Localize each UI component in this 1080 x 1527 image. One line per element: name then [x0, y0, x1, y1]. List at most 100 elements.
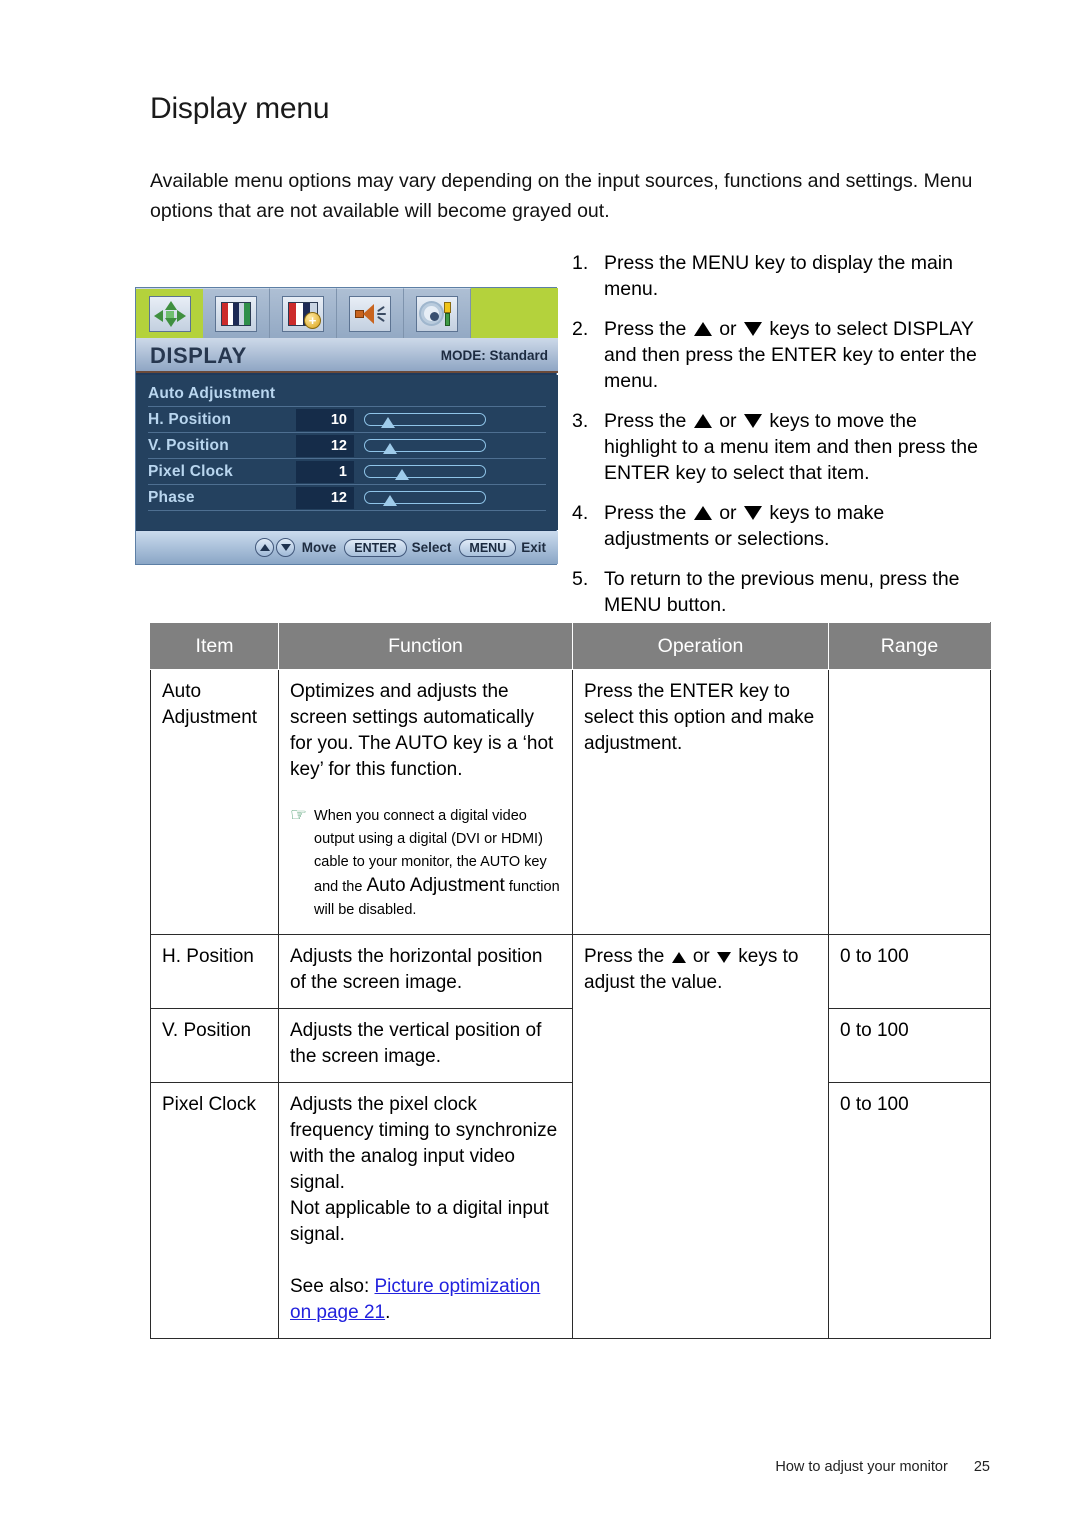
note-text: When you connect a digital video output …	[314, 805, 561, 922]
cell-function: Adjusts the vertical position of the scr…	[278, 1008, 573, 1083]
osd-slider-knob[interactable]	[383, 443, 397, 454]
triangle-up-icon	[693, 414, 712, 428]
arrows-icon	[153, 300, 187, 328]
enter-button[interactable]: ENTER	[344, 538, 407, 557]
osd-slider[interactable]	[364, 413, 486, 428]
step-text-pre: Press the	[604, 502, 692, 524]
step-text: Press the or keys to make adjustments or…	[604, 500, 992, 552]
step-4: 4. Press the or keys to make adjustments…	[572, 500, 992, 552]
osd-tab-system[interactable]	[404, 288, 471, 338]
osd-item-value: 12	[296, 486, 354, 509]
osd-item-label: Auto Adjustment	[148, 384, 276, 402]
up-arrow-button-icon[interactable]	[254, 538, 274, 557]
menu-button[interactable]: MENU	[459, 538, 517, 557]
color-bars-icon	[221, 301, 251, 326]
triangle-down-icon	[743, 414, 762, 428]
osd-tab-picture[interactable]	[203, 288, 270, 338]
cell-operation: Press the ENTER key to select this optio…	[572, 669, 829, 935]
step-5: 5. To return to the previous menu, press…	[572, 566, 992, 618]
function-line-1: Adjusts the pixel clock frequency timing…	[290, 1094, 558, 1193]
cell-item: Pixel Clock	[150, 1082, 279, 1339]
osd-tab-strip: +	[136, 288, 558, 338]
color-bars-plus-icon: +	[288, 301, 321, 329]
osd-item-auto-adjustment[interactable]: Auto Adjustment	[148, 381, 546, 407]
cell-function: Adjusts the horizontal position of the s…	[278, 934, 573, 1009]
cell-range: 0 to 100	[828, 1082, 991, 1339]
osd-item-h-position[interactable]: H. Position 10	[148, 407, 546, 433]
column-header-range: Range	[828, 622, 991, 670]
osd-item-label: H. Position	[148, 410, 232, 428]
spec-table: Item Function Operation Range Auto Adjus…	[150, 622, 991, 1339]
step-number: 5.	[572, 568, 589, 590]
osd-slider[interactable]	[364, 491, 486, 506]
osd-title-bar: DISPLAY MODE: Standard	[136, 338, 558, 373]
osd-item-value: 10	[296, 408, 354, 431]
down-arrow-button-icon[interactable]	[275, 538, 295, 557]
osd-slider-knob[interactable]	[395, 469, 409, 480]
osd-item-value: 12	[296, 434, 354, 457]
page-footer: How to adjust your monitor 25	[775, 1459, 990, 1475]
step-text-pre: Press the	[604, 410, 692, 432]
document-page: Display menu Available menu options may …	[0, 0, 1080, 1527]
cell-function: Optimizes and adjusts the screen setting…	[278, 669, 573, 935]
note-emphasis: Auto Adjustment	[366, 875, 505, 896]
picture-tab-frame	[215, 295, 257, 332]
osd-select-label: Select	[411, 540, 452, 555]
osd-slider[interactable]	[364, 439, 486, 454]
pointing-hand-icon: ☞	[290, 805, 308, 826]
see-also-block: See also: Picture optimization on page 2…	[290, 1274, 561, 1326]
cell-range: 0 to 100	[828, 934, 991, 1009]
step-text: Press the or keys to move the highlight …	[604, 408, 992, 486]
osd-mode-label: MODE: Standard	[440, 348, 548, 363]
cell-item: H. Position	[150, 934, 279, 1009]
osd-tab-audio[interactable]	[337, 288, 404, 338]
step-number: 4.	[572, 502, 589, 524]
osd-tab-picture-advanced[interactable]: +	[270, 288, 337, 338]
table-row: V. Position Adjusts the vertical positio…	[150, 1008, 991, 1083]
triangle-down-icon	[717, 952, 731, 963]
table-header-row: Item Function Operation Range	[150, 622, 991, 670]
cell-range	[828, 669, 991, 935]
step-text-pre: Press the	[604, 318, 692, 340]
triangle-up-icon	[693, 506, 712, 520]
step-text: To return to the previous menu, press th…	[604, 568, 960, 616]
osd-item-label: Phase	[148, 488, 195, 506]
picture-advanced-tab-frame: +	[282, 295, 324, 332]
cell-item: V. Position	[150, 1008, 279, 1083]
cell-function: Adjusts the pixel clock frequency timing…	[278, 1082, 573, 1339]
speaker-icon	[353, 302, 387, 326]
osd-item-value: 1	[296, 460, 354, 483]
osd-item-pixel-clock[interactable]: Pixel Clock 1	[148, 459, 546, 485]
osd-slider[interactable]	[364, 465, 486, 480]
footer-section-title: How to adjust your monitor	[775, 1459, 948, 1475]
intro-paragraph: Available menu options may vary dependin…	[150, 170, 973, 222]
table-row: H. Position Adjusts the horizontal posit…	[150, 934, 991, 1339]
osd-item-phase[interactable]: Phase 12	[148, 485, 546, 511]
osd-slider-knob[interactable]	[381, 417, 395, 428]
system-tab-frame	[416, 295, 458, 332]
osd-slider-knob[interactable]	[383, 495, 397, 506]
plus-badge-icon: +	[304, 311, 321, 329]
step-number: 1.	[572, 252, 589, 274]
table-row: Pixel Clock Adjusts the pixel clock freq…	[150, 1082, 991, 1339]
osd-menu-list: Auto Adjustment H. Position 10 V. Positi…	[136, 375, 558, 530]
page-title: Display menu	[150, 92, 330, 125]
triangle-down-icon	[743, 322, 762, 336]
osd-tab-display[interactable]	[136, 288, 203, 338]
function-line-2: Not applicable to a digital input signal…	[290, 1198, 549, 1245]
note-block: ☞ When you connect a digital video outpu…	[290, 805, 561, 922]
step-number: 2.	[572, 318, 589, 340]
instruction-steps: 1. Press the MENU key to display the mai…	[572, 250, 992, 632]
gear-screwdriver-icon	[420, 301, 454, 327]
cell-operation: Press the or keys to adjust the value.	[572, 934, 829, 1339]
triangle-up-icon	[671, 952, 686, 963]
step-3: 3. Press the or keys to move the highlig…	[572, 408, 992, 486]
osd-item-v-position[interactable]: V. Position 12	[148, 433, 546, 459]
function-text: Optimizes and adjusts the screen setting…	[290, 681, 554, 780]
column-header-operation: Operation	[572, 622, 829, 670]
osd-menu-title: DISPLAY	[150, 343, 247, 368]
audio-tab-frame	[349, 295, 391, 332]
step-text: Press the MENU key to display the main m…	[604, 252, 953, 300]
column-header-item: Item	[150, 622, 279, 670]
cell-item: Auto Adjustment	[150, 669, 279, 935]
